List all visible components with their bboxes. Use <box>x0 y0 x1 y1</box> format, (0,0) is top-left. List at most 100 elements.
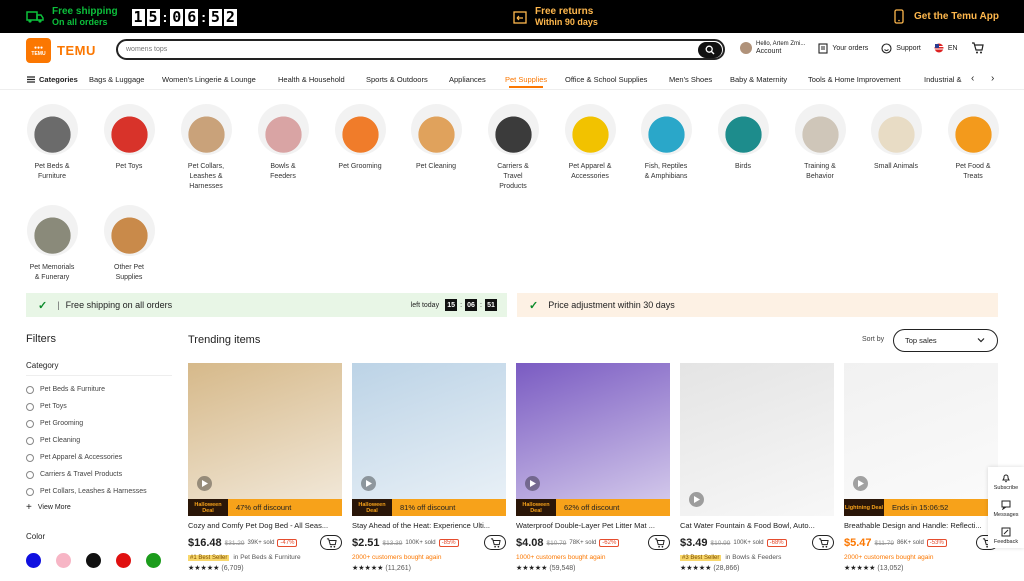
category-filter-option[interactable]: Pet Cleaning <box>26 432 172 449</box>
nav-item-pet-supplies[interactable]: Pet Supplies <box>505 75 547 88</box>
color-swatch[interactable] <box>56 553 71 568</box>
timer-digit: 6 <box>185 8 199 26</box>
product-card[interactable]: Lightning Deal Ends in 15:06:52 Breathable… <box>844 363 998 572</box>
sort-select[interactable]: Top sales <box>893 329 998 352</box>
orders-link[interactable]: Your orders <box>818 42 868 54</box>
play-icon[interactable] <box>525 476 540 491</box>
best-seller-row: #1 Best Seller in Pet Beds & Furniture <box>188 554 342 561</box>
account-menu[interactable]: Hello, Artem Zmi... Account <box>740 40 805 56</box>
product-card[interactable]: Halloween Deal 62% off discount Waterproof… <box>516 363 670 572</box>
subcategory-item[interactable]: Pet Food & Treats <box>938 104 1008 182</box>
radio-button[interactable] <box>26 385 34 394</box>
best-seller-category: in Bowls & Feeders <box>725 554 782 561</box>
product-title[interactable]: Cat Water Fountain & Food Bowl, Auto... <box>680 521 834 530</box>
category-filter-option[interactable]: Pet Grooming <box>26 415 172 432</box>
product-image[interactable] <box>680 363 834 516</box>
view-more-button[interactable]: + View More <box>26 502 172 513</box>
radio-button[interactable] <box>26 436 34 445</box>
nav-item-office[interactable]: Office & School Supplies <box>565 75 647 84</box>
play-icon[interactable] <box>197 476 212 491</box>
product-image[interactable]: Halloween Deal 81% off discount <box>352 363 506 516</box>
radio-button[interactable] <box>26 419 34 428</box>
nav-prev-arrow[interactable]: ‹ <box>971 73 974 84</box>
product-title[interactable]: Waterproof Double-Layer Pet Litter Mat .… <box>516 521 670 530</box>
play-icon[interactable] <box>361 476 376 491</box>
free-returns-promo[interactable]: Free returns Within 90 days <box>513 6 598 28</box>
category-filter-option[interactable]: Pet Apparel & Accessories <box>26 449 172 466</box>
language-selector[interactable]: EN <box>934 43 958 53</box>
radio-button[interactable] <box>26 487 34 496</box>
add-to-cart-button[interactable] <box>812 535 834 550</box>
subcategory-item[interactable]: Pet Memorials & Funerary <box>17 205 87 283</box>
product-card[interactable]: Cat Water Fountain & Food Bowl, Auto... $… <box>680 363 834 572</box>
nav-item-sports[interactable]: Sports & Outdoors <box>366 75 428 84</box>
subcategory-item[interactable]: Small Animals <box>861 104 931 172</box>
product-title[interactable]: Cozy and Comfy Pet Dog Bed - All Seas... <box>188 521 342 530</box>
category-nav: Categories Bags & Luggage Women's Linger… <box>0 70 1024 90</box>
add-to-cart-button[interactable] <box>320 535 342 550</box>
get-app-link[interactable]: Get the Temu App <box>894 9 999 24</box>
add-to-cart-button[interactable] <box>484 535 506 550</box>
plus-icon: + <box>26 502 32 513</box>
nav-item-bags[interactable]: Bags & Luggage <box>89 75 144 84</box>
messages-button[interactable]: Messages <box>988 494 1024 521</box>
repurchase-note: 1000+ customers bought again <box>516 554 670 561</box>
free-shipping-promo[interactable]: Free shipping On all orders 15: 06: 52 <box>26 6 237 28</box>
subcategory-item[interactable]: Birds <box>708 104 778 172</box>
product-title[interactable]: Breathable Design and Handle: Reflecti..… <box>844 521 998 530</box>
subcategory-item[interactable]: Carriers & Travel Products <box>478 104 548 192</box>
feedback-button[interactable]: Feedback <box>988 521 1024 548</box>
product-image[interactable]: Halloween Deal 47% off discount <box>188 363 342 516</box>
subcategory-item[interactable]: Training & Behavior <box>785 104 855 182</box>
nav-item-lingerie[interactable]: Women's Lingerie & Lounge <box>162 75 256 84</box>
subcategory-item[interactable]: Pet Collars, Leashes & Harnesses <box>171 104 241 192</box>
subcategory-item[interactable]: Other Pet Supplies <box>94 205 164 283</box>
search-input[interactable]: womens tops <box>116 39 725 60</box>
nav-item-appliances[interactable]: Appliances <box>449 75 486 84</box>
color-swatch[interactable] <box>26 553 41 568</box>
product-card[interactable]: Halloween Deal 81% off discount Stay Ahead… <box>352 363 506 572</box>
subcategory-item[interactable]: Fish, Reptiles & Amphibians <box>631 104 701 182</box>
nav-next-arrow[interactable]: › <box>991 73 994 84</box>
radio-button[interactable] <box>26 470 34 479</box>
product-title[interactable]: Stay Ahead of the Heat: Experience Ulti.… <box>352 521 506 530</box>
add-to-cart-button[interactable] <box>648 535 670 550</box>
nav-item-industrial[interactable]: Industrial & <box>924 75 962 84</box>
countdown-hours: 15 <box>445 299 458 311</box>
support-link[interactable]: Support <box>881 42 921 54</box>
category-filter-option[interactable]: Pet Collars, Leashes & Harnesses <box>26 483 172 500</box>
subcategory-item[interactable]: Pet Apparel & Accessories <box>555 104 625 182</box>
countdown: left today 15: 06: 51 <box>411 299 497 311</box>
support-label: Support <box>896 44 921 52</box>
subcategory-item[interactable]: Pet Toys <box>94 104 164 172</box>
nav-item-health[interactable]: Health & Household <box>278 75 345 84</box>
nav-item-baby[interactable]: Baby & Maternity <box>730 75 787 84</box>
search-button[interactable] <box>698 42 722 58</box>
play-icon[interactable] <box>689 492 704 507</box>
radio-button[interactable] <box>26 402 34 411</box>
cart-button[interactable] <box>971 42 984 54</box>
subscribe-button[interactable]: Subscribe <box>988 467 1024 494</box>
review-count: (11,261) <box>385 565 411 572</box>
color-swatch[interactable] <box>146 553 161 568</box>
temu-logo[interactable]: ●●● TEMU TEMU <box>26 38 96 63</box>
subcategory-image <box>334 104 386 155</box>
category-filter-option[interactable]: Pet Toys <box>26 398 172 415</box>
subcategory-item[interactable]: Bowls & Feeders <box>248 104 318 182</box>
radio-button[interactable] <box>26 453 34 462</box>
category-filter-option[interactable]: Pet Beds & Furniture <box>26 381 172 398</box>
product-image[interactable]: Halloween Deal 62% off discount <box>516 363 670 516</box>
product-image[interactable]: Lightning Deal Ends in 15:06:52 <box>844 363 998 516</box>
category-filter-option[interactable]: Carriers & Travel Products <box>26 466 172 483</box>
color-swatch[interactable] <box>116 553 131 568</box>
product-card[interactable]: Halloween Deal 47% off discount Cozy and C… <box>188 363 342 572</box>
subcategory-item[interactable]: Pet Beds & Furniture <box>17 104 87 182</box>
categories-menu[interactable]: Categories <box>27 75 78 84</box>
subcategory-item[interactable]: Pet Grooming <box>325 104 395 172</box>
play-icon[interactable] <box>853 476 868 491</box>
subcategory-item[interactable]: Pet Cleaning <box>401 104 471 172</box>
nav-item-mens-shoes[interactable]: Men's Shoes <box>669 75 712 84</box>
best-seller-tag: #1 Best Seller <box>188 554 230 561</box>
nav-item-tools[interactable]: Tools & Home Improvement <box>808 75 901 84</box>
color-swatch[interactable] <box>86 553 101 568</box>
